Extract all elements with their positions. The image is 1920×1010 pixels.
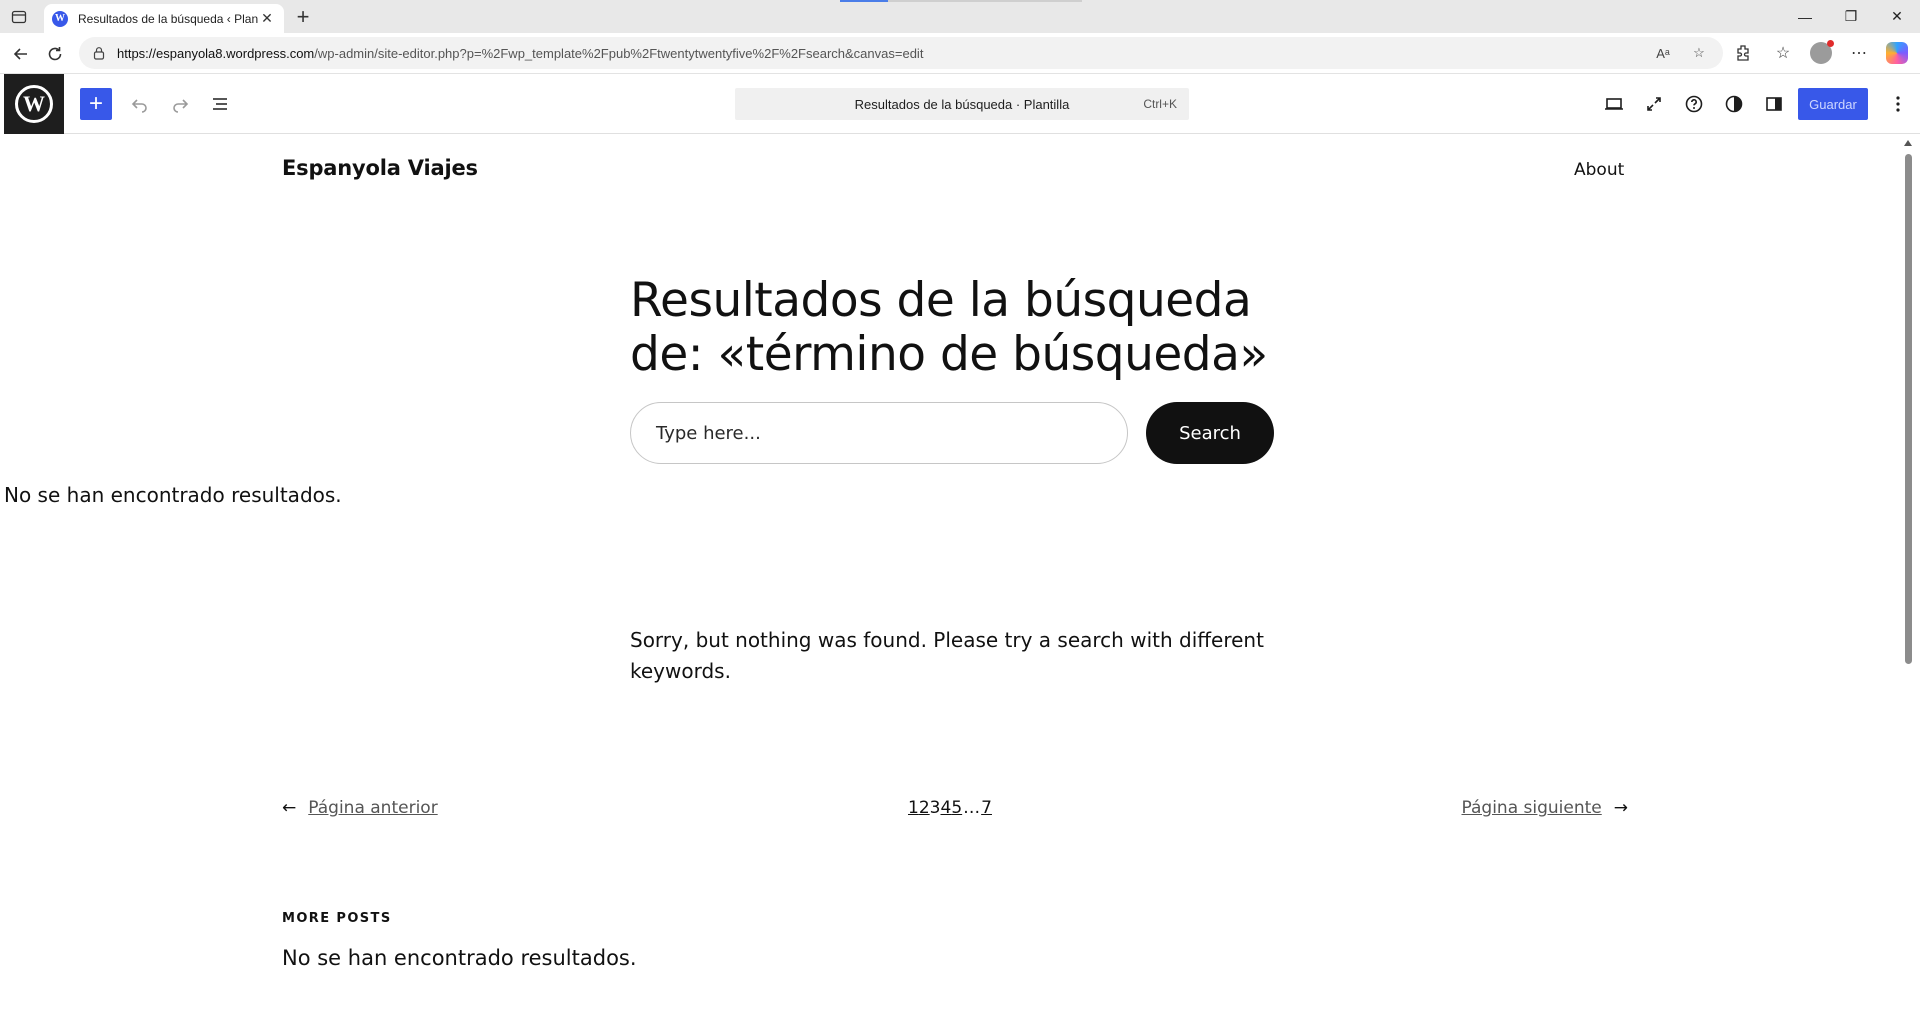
pagination: ← Página anterior 1 2 3 4 5 … 7 Página s… xyxy=(282,798,1628,828)
editor-header: W + Resultados de la búsqueda · Plantill… xyxy=(4,74,1920,134)
more-options-icon[interactable]: ⋯ xyxy=(1846,40,1872,66)
url-actions: Aᵃ ☆ xyxy=(1653,43,1709,63)
styles-icon[interactable] xyxy=(1720,90,1748,118)
tab-actions-icon[interactable] xyxy=(8,6,30,28)
next-page-label: Página siguiente xyxy=(1461,798,1602,818)
command-shortcut: Ctrl+K xyxy=(1143,97,1177,111)
editor-canvas[interactable]: Espanyola Viajes About Resultados de la … xyxy=(4,134,1900,1010)
tab-strip-accent xyxy=(840,0,888,2)
browser-address-bar: https://espanyola8.wordpress.com/wp-admi… xyxy=(0,33,1920,74)
query-no-results[interactable]: No se han encontrado resultados. xyxy=(4,483,342,507)
read-aloud-icon[interactable]: Aᵃ xyxy=(1653,43,1673,63)
page-number-4[interactable]: 4 xyxy=(940,798,951,818)
browser-tab-active[interactable]: W Resultados de la búsqueda ‹ Plant ✕ xyxy=(44,4,284,33)
back-arrow-icon[interactable] xyxy=(8,41,34,67)
site-title[interactable]: Espanyola Viajes xyxy=(282,156,478,180)
scrollbar-thumb[interactable] xyxy=(1905,154,1912,664)
browser-tab-bar: W Resultados de la búsqueda ‹ Plant ✕ + … xyxy=(0,0,1920,33)
url-text: https://espanyola8.wordpress.com/wp-admi… xyxy=(117,46,923,61)
favorite-star-icon[interactable]: ☆ xyxy=(1689,43,1709,63)
restore-icon[interactable]: ❐ xyxy=(1828,0,1874,33)
canvas-scrollbar[interactable] xyxy=(1900,134,1916,1010)
minimize-icon[interactable]: — xyxy=(1782,0,1828,33)
tab-close-icon[interactable]: ✕ xyxy=(258,10,276,28)
page-number-3[interactable]: 3 xyxy=(930,798,941,818)
scroll-up-icon[interactable] xyxy=(1904,140,1912,146)
more-posts-no-results[interactable]: No se han encontrado resultados. xyxy=(282,946,637,970)
window-controls: — ❐ ✕ xyxy=(1782,0,1920,33)
document-title: Resultados de la búsqueda · Plantilla xyxy=(854,96,1070,112)
previous-page-label: Página anterior xyxy=(308,798,438,818)
command-palette-button[interactable]: Resultados de la búsqueda · Plantilla Ct… xyxy=(735,88,1189,120)
reload-icon[interactable] xyxy=(42,41,68,67)
arrow-right-icon: → xyxy=(1613,798,1628,818)
page-ellipsis: … xyxy=(963,798,981,818)
search-input[interactable]: Type here... xyxy=(630,402,1128,464)
url-field[interactable]: https://espanyola8.wordpress.com/wp-admi… xyxy=(79,37,1723,69)
options-kebab-icon[interactable] xyxy=(1884,90,1912,118)
pagination-next[interactable]: Página siguiente → xyxy=(1462,798,1629,818)
search-results-heading[interactable]: Resultados de la búsqueda de: «término d… xyxy=(630,274,1270,382)
search-button[interactable]: Search xyxy=(1146,402,1274,464)
settings-sidebar-icon[interactable] xyxy=(1760,90,1788,118)
document-overview-icon[interactable] xyxy=(206,90,234,118)
search-placeholder: Type here... xyxy=(656,422,761,444)
nav-link-about[interactable]: About xyxy=(1574,160,1624,180)
help-icon[interactable] xyxy=(1680,90,1708,118)
url-host: https://espanyola8.wordpress.com xyxy=(117,45,315,61)
profile-avatar[interactable] xyxy=(1810,40,1834,64)
page-number-7[interactable]: 7 xyxy=(981,798,992,818)
block-inserter-button[interactable]: + xyxy=(80,88,112,120)
close-window-icon[interactable]: ✕ xyxy=(1874,0,1920,33)
zoom-out-icon[interactable] xyxy=(1640,90,1668,118)
site-info-icon[interactable] xyxy=(91,45,107,61)
tab-strip-divider xyxy=(888,0,1082,2)
new-tab-button[interactable]: + xyxy=(290,4,316,30)
save-button[interactable]: Guardar xyxy=(1798,88,1868,120)
redo-icon[interactable] xyxy=(166,90,194,118)
no-results-message[interactable]: Sorry, but nothing was found. Please try… xyxy=(630,625,1270,687)
tab-title: Resultados de la búsqueda ‹ Plant xyxy=(78,11,258,26)
wordpress-favicon-icon: W xyxy=(52,10,68,27)
copilot-icon[interactable] xyxy=(1886,42,1908,64)
device-preview-icon[interactable] xyxy=(1600,90,1628,118)
page-number-2[interactable]: 2 xyxy=(919,798,930,818)
browser-toolbar-right: ☆ ⋯ xyxy=(1730,40,1908,66)
wordpress-w-mark: W xyxy=(15,85,53,123)
wordpress-logo-icon[interactable]: W xyxy=(4,74,64,134)
undo-icon[interactable] xyxy=(126,90,154,118)
page-number-5[interactable]: 5 xyxy=(951,798,962,818)
page-number-1[interactable]: 1 xyxy=(908,798,919,818)
extensions-icon[interactable] xyxy=(1730,40,1756,66)
url-path: /wp-admin/site-editor.php?p=%2Fwp_templa… xyxy=(314,45,924,61)
arrow-left-icon: ← xyxy=(282,798,297,818)
pagination-numbers: 1 2 3 4 5 … 7 xyxy=(908,798,992,818)
favorites-icon[interactable]: ☆ xyxy=(1770,40,1796,66)
more-posts-heading[interactable]: MORE POSTS xyxy=(282,911,392,926)
pagination-previous[interactable]: ← Página anterior xyxy=(282,798,438,818)
